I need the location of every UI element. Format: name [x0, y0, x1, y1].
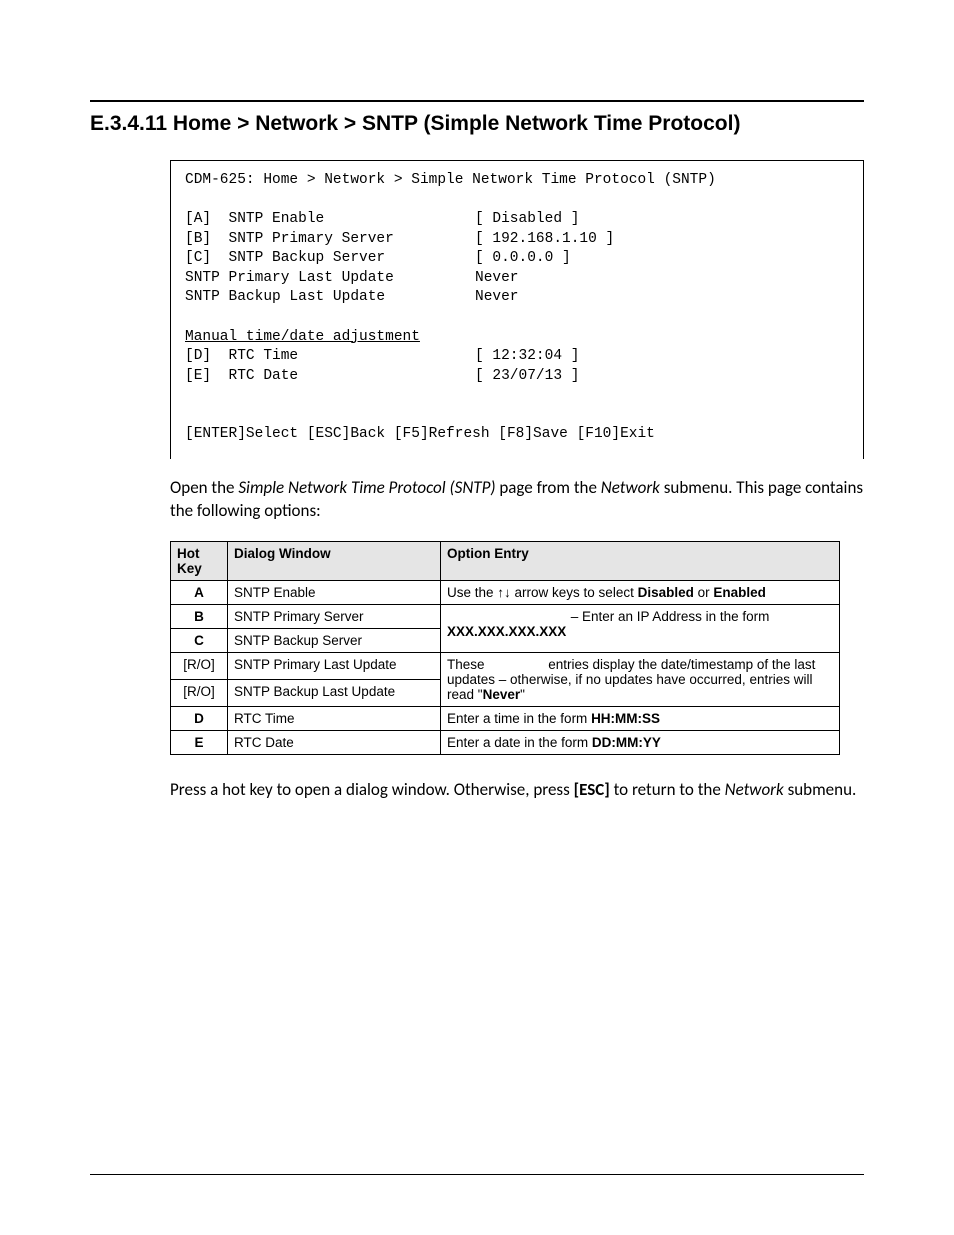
dialog-ro2: SNTP Backup Last Update [228, 679, 441, 706]
dialog-e: RTC Date [228, 730, 441, 754]
top-rule [90, 100, 864, 102]
dialog-d: RTC Time [228, 706, 441, 730]
terminal-footer: [ENTER]Select [ESC]Back [F5]Refresh [F8]… [185, 426, 655, 442]
option-d: Enter a time in the form HH:MM:SS [441, 706, 840, 730]
term-row-back: SNTP Backup Last UpdateNever [185, 289, 519, 305]
outro-paragraph: Press a hot key to open a dialog window.… [170, 779, 864, 802]
hotkey-b: B [171, 604, 228, 628]
option-e: Enter a date in the form DD:MM:YY [441, 730, 840, 754]
term-row-e: [E] RTC Date[ 23/07/13 ] [185, 368, 579, 384]
terminal-header: CDM-625: Home > Network > Simple Network… [185, 172, 716, 188]
page: E.3.4.11 Home > Network > SNTP (Simple N… [0, 0, 954, 1235]
option-bc: – Enter an IP Address in the form XXX.XX… [441, 604, 840, 652]
hotkey-e: E [171, 730, 228, 754]
dialog-b: SNTP Primary Server [228, 604, 441, 628]
dialog-a: SNTP Enable [228, 580, 441, 604]
table-row: [R/O] SNTP Primary Last Update These ent… [171, 652, 840, 679]
section-title-text: Home > Network > SNTP (Simple Network Ti… [173, 112, 741, 135]
table-header-row: Hot Key Dialog Window Option Entry [171, 541, 840, 580]
option-ro: These entries display the date/timestamp… [441, 652, 840, 706]
intro-paragraph: Open the Simple Network Time Protocol (S… [170, 477, 864, 523]
hotkey-a: A [171, 580, 228, 604]
table-row: E RTC Date Enter a date in the form DD:M… [171, 730, 840, 754]
dialog-c: SNTP Backup Server [228, 628, 441, 652]
term-row-b: [B] SNTP Primary Server[ 192.168.1.10 ] [185, 231, 614, 247]
table-row: D RTC Time Enter a time in the form HH:M… [171, 706, 840, 730]
table-row: A SNTP Enable Use the ↑↓ arrow keys to s… [171, 580, 840, 604]
th-hotkey: Hot Key [171, 541, 228, 580]
table-row: B SNTP Primary Server – Enter an IP Addr… [171, 604, 840, 628]
th-option: Option Entry [441, 541, 840, 580]
section-heading: E.3.4.11 Home > Network > SNTP (Simple N… [90, 112, 864, 136]
term-row-d: [D] RTC Time[ 12:32:04 ] [185, 348, 579, 364]
hotkey-d: D [171, 706, 228, 730]
term-row-prim: SNTP Primary Last UpdateNever [185, 270, 519, 286]
hotkey-ro2: [R/O] [171, 679, 228, 706]
bottom-rule [90, 1174, 864, 1175]
option-a: Use the ↑↓ arrow keys to select Disabled… [441, 580, 840, 604]
section-number: E.3.4.11 [90, 112, 167, 135]
hotkey-ro1: [R/O] [171, 652, 228, 679]
terminal-screen: CDM-625: Home > Network > Simple Network… [170, 160, 864, 459]
term-row-a: [A] SNTP Enable[ Disabled ] [185, 211, 579, 227]
dialog-ro1: SNTP Primary Last Update [228, 652, 441, 679]
hotkey-c: C [171, 628, 228, 652]
term-row-c: [C] SNTP Backup Server[ 0.0.0.0 ] [185, 250, 571, 266]
options-table: Hot Key Dialog Window Option Entry A SNT… [170, 541, 840, 755]
th-dialog: Dialog Window [228, 541, 441, 580]
term-manual-heading: Manual time/date adjustment [185, 329, 420, 345]
